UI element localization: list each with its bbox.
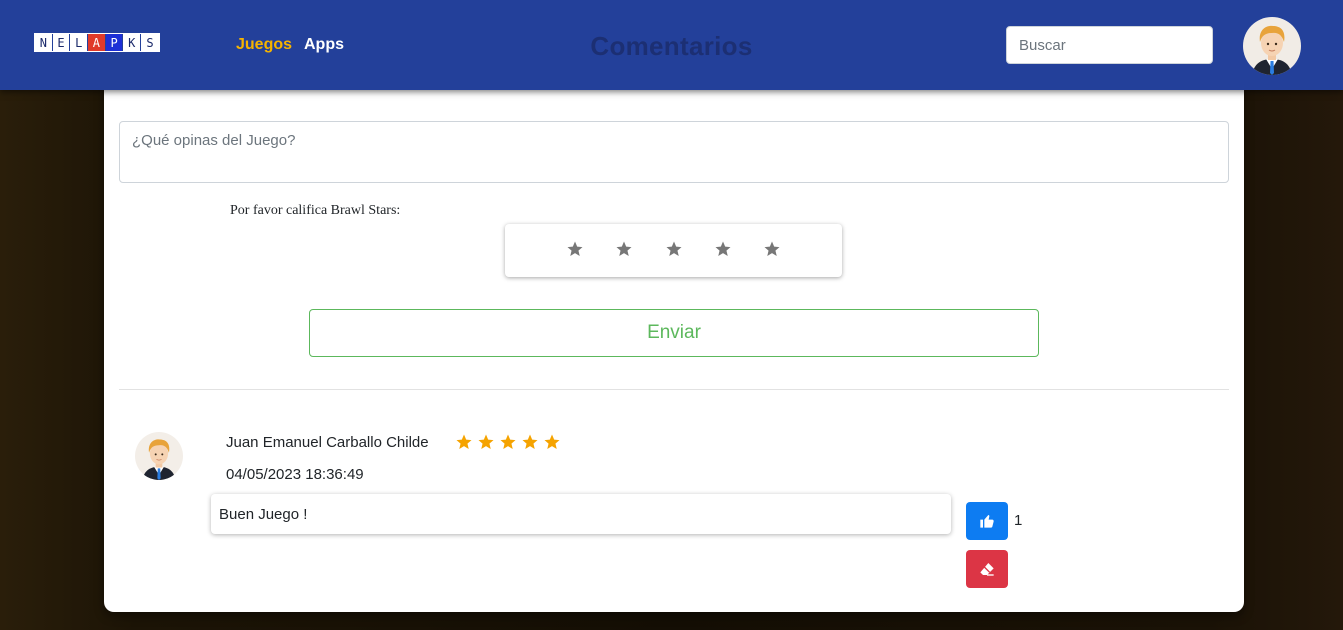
comment-rating xyxy=(455,433,561,451)
user-avatar-icon xyxy=(1252,25,1292,75)
user-avatar-icon xyxy=(142,439,176,480)
user-avatar[interactable] xyxy=(1243,17,1301,75)
like-count: 1 xyxy=(1014,512,1023,529)
star-filled-icon xyxy=(544,434,560,449)
search-input[interactable] xyxy=(1006,26,1213,64)
comment-textarea[interactable] xyxy=(119,121,1229,183)
star-empty-icon[interactable] xyxy=(615,240,633,258)
thumbs-up-icon xyxy=(980,515,994,528)
star-filled-icon xyxy=(522,434,538,449)
eraser-icon xyxy=(980,563,994,576)
comments-card: Por favor califica Brawl Stars: Enviar J… xyxy=(104,80,1244,612)
star-filled-icon xyxy=(500,434,516,449)
star-filled-icon xyxy=(456,434,472,449)
navbar: N E L A P K S Juegos Apps Comentarios xyxy=(0,0,1343,90)
submit-button[interactable]: Enviar xyxy=(309,309,1039,357)
star-empty-icon[interactable] xyxy=(566,240,584,258)
comment-date: 04/05/2023 18:36:49 xyxy=(226,466,364,483)
star-empty-icon[interactable] xyxy=(714,240,732,258)
delete-button[interactable] xyxy=(966,550,1008,588)
star-filled-icon xyxy=(478,434,494,449)
comment-author: Juan Emanuel Carballo Childe xyxy=(226,434,429,451)
comment-text: Buen Juego ! xyxy=(211,494,951,534)
star-empty-icon[interactable] xyxy=(665,240,683,258)
rating-label: Por favor califica Brawl Stars: xyxy=(230,203,401,218)
divider xyxy=(119,389,1229,390)
rating-input xyxy=(505,224,842,277)
star-empty-icon[interactable] xyxy=(763,240,781,258)
like-button[interactable] xyxy=(966,502,1008,540)
comment-avatar xyxy=(135,432,183,480)
